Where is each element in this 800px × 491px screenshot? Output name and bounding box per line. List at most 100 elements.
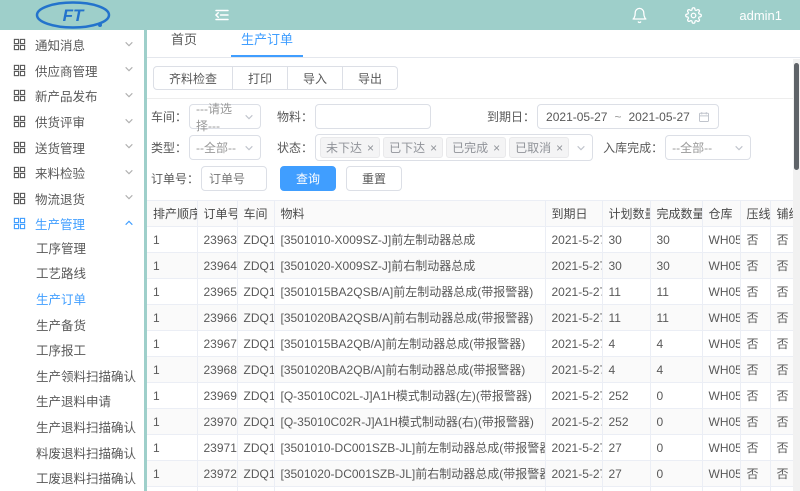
toolbar-button[interactable]: 导出: [343, 66, 398, 90]
order-no-input[interactable]: [201, 166, 267, 191]
table-cell: ZDQ13: [237, 487, 274, 491]
toolbar-button[interactable]: 打印: [233, 66, 288, 90]
column-header: 排产顺序: [147, 201, 197, 227]
sidebar-item-label: 新产品发布: [35, 86, 124, 105]
table-cell: WH05: [702, 331, 740, 357]
table-cell: 23964: [197, 253, 237, 279]
table-cell: 否: [740, 461, 770, 487]
table-cell: 2021-5-27: [545, 253, 602, 279]
table-cell: WH05: [702, 305, 740, 331]
sidebar-item-0[interactable]: 通知消息: [0, 32, 144, 58]
search-button[interactable]: 查询: [280, 166, 336, 191]
table-cell: [3501020-X009SZ-J]前右制动器总成: [274, 253, 545, 279]
notifications-bell-icon[interactable]: [631, 6, 649, 24]
table-row[interactable]: 123964ZDQ13[3501020-X009SZ-J]前右制动器总成2021…: [147, 253, 795, 279]
sidebar-item-1[interactable]: 供应商管理: [0, 58, 144, 84]
toolbar-button[interactable]: 导入: [288, 66, 343, 90]
sidebar-subitem[interactable]: 工艺路线: [0, 262, 144, 288]
tag-close-icon[interactable]: ×: [430, 143, 437, 153]
vertical-scrollbar[interactable]: [793, 59, 800, 491]
table-row[interactable]: 123973ZDQ13[3501010-DC001SZB-J]前左制动器总成(带…: [147, 487, 795, 491]
sidebar-subitem[interactable]: 料废退料扫描确认: [0, 442, 144, 468]
toolbar-button[interactable]: 齐料检查: [153, 66, 233, 90]
table-cell: 2021-5-27: [545, 331, 602, 357]
toolbar: 齐料检查打印导入导出: [147, 58, 800, 99]
table-row[interactable]: 123966ZDQ13[3501020BA2QSB/A]前右制动器总成(带报警器…: [147, 305, 795, 331]
table-cell: 27: [602, 461, 650, 487]
table-row[interactable]: 123965ZDQ13[3501015BA2QSB/A]前左制动器总成(带报警器…: [147, 279, 795, 305]
table-cell: ZDQ13: [237, 461, 274, 487]
username[interactable]: admin1: [739, 8, 782, 23]
sidebar-item-label: 供应商管理: [35, 61, 124, 80]
table-cell: [3501010-X009SZ-J]前左制动器总成: [274, 227, 545, 253]
chevron-down-icon: [244, 143, 254, 153]
sidebar-subitem[interactable]: 生产领料扫描确认: [0, 365, 144, 391]
table-cell: ZDQ13: [237, 357, 274, 383]
sidebar-subitem[interactable]: 生产备货: [0, 314, 144, 340]
table-row[interactable]: 123968ZDQ13[3501020BA2QB/A]前右制动器总成(带报警器)…: [147, 357, 795, 383]
reset-button[interactable]: 重置: [346, 166, 402, 191]
table-cell: 30: [650, 227, 702, 253]
table-cell: ZDQ13: [237, 435, 274, 461]
table-row[interactable]: 123967ZDQ13[3501015BA2QB/A]前左制动器总成(带报警器)…: [147, 331, 795, 357]
sidebar-item-label: 生产管理: [35, 214, 124, 233]
status-multiselect[interactable]: 未下达×已下达×已完成×已取消×: [315, 134, 593, 161]
scrollbar-thumb[interactable]: [794, 63, 799, 170]
sidebar-item-7[interactable]: 生产管理: [0, 211, 144, 237]
sidebar-item-2[interactable]: 新产品发布: [0, 83, 144, 109]
material-input[interactable]: [315, 104, 431, 129]
table-row[interactable]: 123963ZDQ13[3501010-X009SZ-J]前左制动器总成2021…: [147, 227, 795, 253]
table-row[interactable]: 123969ZDQ13[Q-35010C02L-J]A1H模式制动器(左)(带报…: [147, 383, 795, 409]
table-cell: 4: [602, 331, 650, 357]
type-select[interactable]: --全部--: [189, 135, 261, 160]
table-cell: 30: [602, 253, 650, 279]
sidebar-item-5[interactable]: 来料检验: [0, 160, 144, 186]
table-cell: [Q-35010C02L-J]A1H模式制动器(左)(带报警器): [274, 383, 545, 409]
table-cell: ZDQ13: [237, 279, 274, 305]
sidebar-item-3[interactable]: 供货评审: [0, 109, 144, 135]
chevron-up-icon: [124, 217, 134, 231]
sidebar-subitem[interactable]: 工废退料扫描确认: [0, 467, 144, 491]
inbound-done-select[interactable]: --全部--: [665, 135, 751, 160]
table-cell: [3501020-DC001SZB-JL]前右制动器总成(带报警器)(老气室): [274, 461, 545, 487]
grid-icon: [13, 115, 26, 128]
table-cell: 否: [740, 357, 770, 383]
sidebar-subitem[interactable]: 生产退料申请: [0, 390, 144, 416]
toolbar-button-group: 齐料检查打印导入导出: [153, 66, 398, 90]
table-cell: 27: [602, 435, 650, 461]
collapse-sidebar-icon[interactable]: [213, 5, 233, 25]
sidebar-subitem[interactable]: 生产退料扫描确认: [0, 416, 144, 442]
due-date-range-picker[interactable]: 2021-05-27 ~ 2021-05-27: [537, 104, 719, 129]
tab-active[interactable]: 生产订单: [231, 30, 303, 57]
table-cell: WH05: [702, 487, 740, 491]
tab-item[interactable]: 首页: [161, 30, 207, 57]
sidebar-item-4[interactable]: 送货管理: [0, 134, 144, 160]
sidebar-subitem[interactable]: 生产订单: [0, 288, 144, 314]
tag-close-icon[interactable]: ×: [556, 143, 563, 153]
company-logo: FT: [0, 0, 145, 30]
table-row[interactable]: 123971ZDQ13[3501010-DC001SZB-JL]前左制动器总成(…: [147, 435, 795, 461]
table-cell: 1: [147, 409, 197, 435]
table-cell: 1: [147, 227, 197, 253]
column-header: 仓库: [702, 201, 740, 227]
table-cell: 2021-5-27: [545, 357, 602, 383]
table-row[interactable]: 123972ZDQ13[3501020-DC001SZB-JL]前右制动器总成(…: [147, 461, 795, 487]
chevron-down-icon: [124, 89, 134, 103]
sidebar-subitem[interactable]: 工序管理: [0, 237, 144, 263]
table-cell: 23965: [197, 279, 237, 305]
workshop-select[interactable]: ---请选择---: [189, 104, 261, 129]
tag-close-icon[interactable]: ×: [493, 143, 500, 153]
table-cell: ZDQ13: [237, 253, 274, 279]
top-header: FT admin1: [0, 0, 800, 30]
tag-close-icon[interactable]: ×: [367, 143, 374, 153]
table-cell: 否: [740, 305, 770, 331]
table-cell: 4: [602, 357, 650, 383]
settings-gear-icon[interactable]: [685, 6, 703, 24]
table-cell: 否: [740, 253, 770, 279]
inbound-done-label: 入库完成：: [603, 139, 663, 156]
table-row[interactable]: 123970ZDQ13[Q-35010C02R-J]A1H模式制动器(右)(带报…: [147, 409, 795, 435]
table-cell: 23970: [197, 409, 237, 435]
chevron-down-icon: [124, 140, 134, 154]
sidebar-subitem[interactable]: 工序报工: [0, 339, 144, 365]
sidebar-item-6[interactable]: 物流退货: [0, 186, 144, 212]
